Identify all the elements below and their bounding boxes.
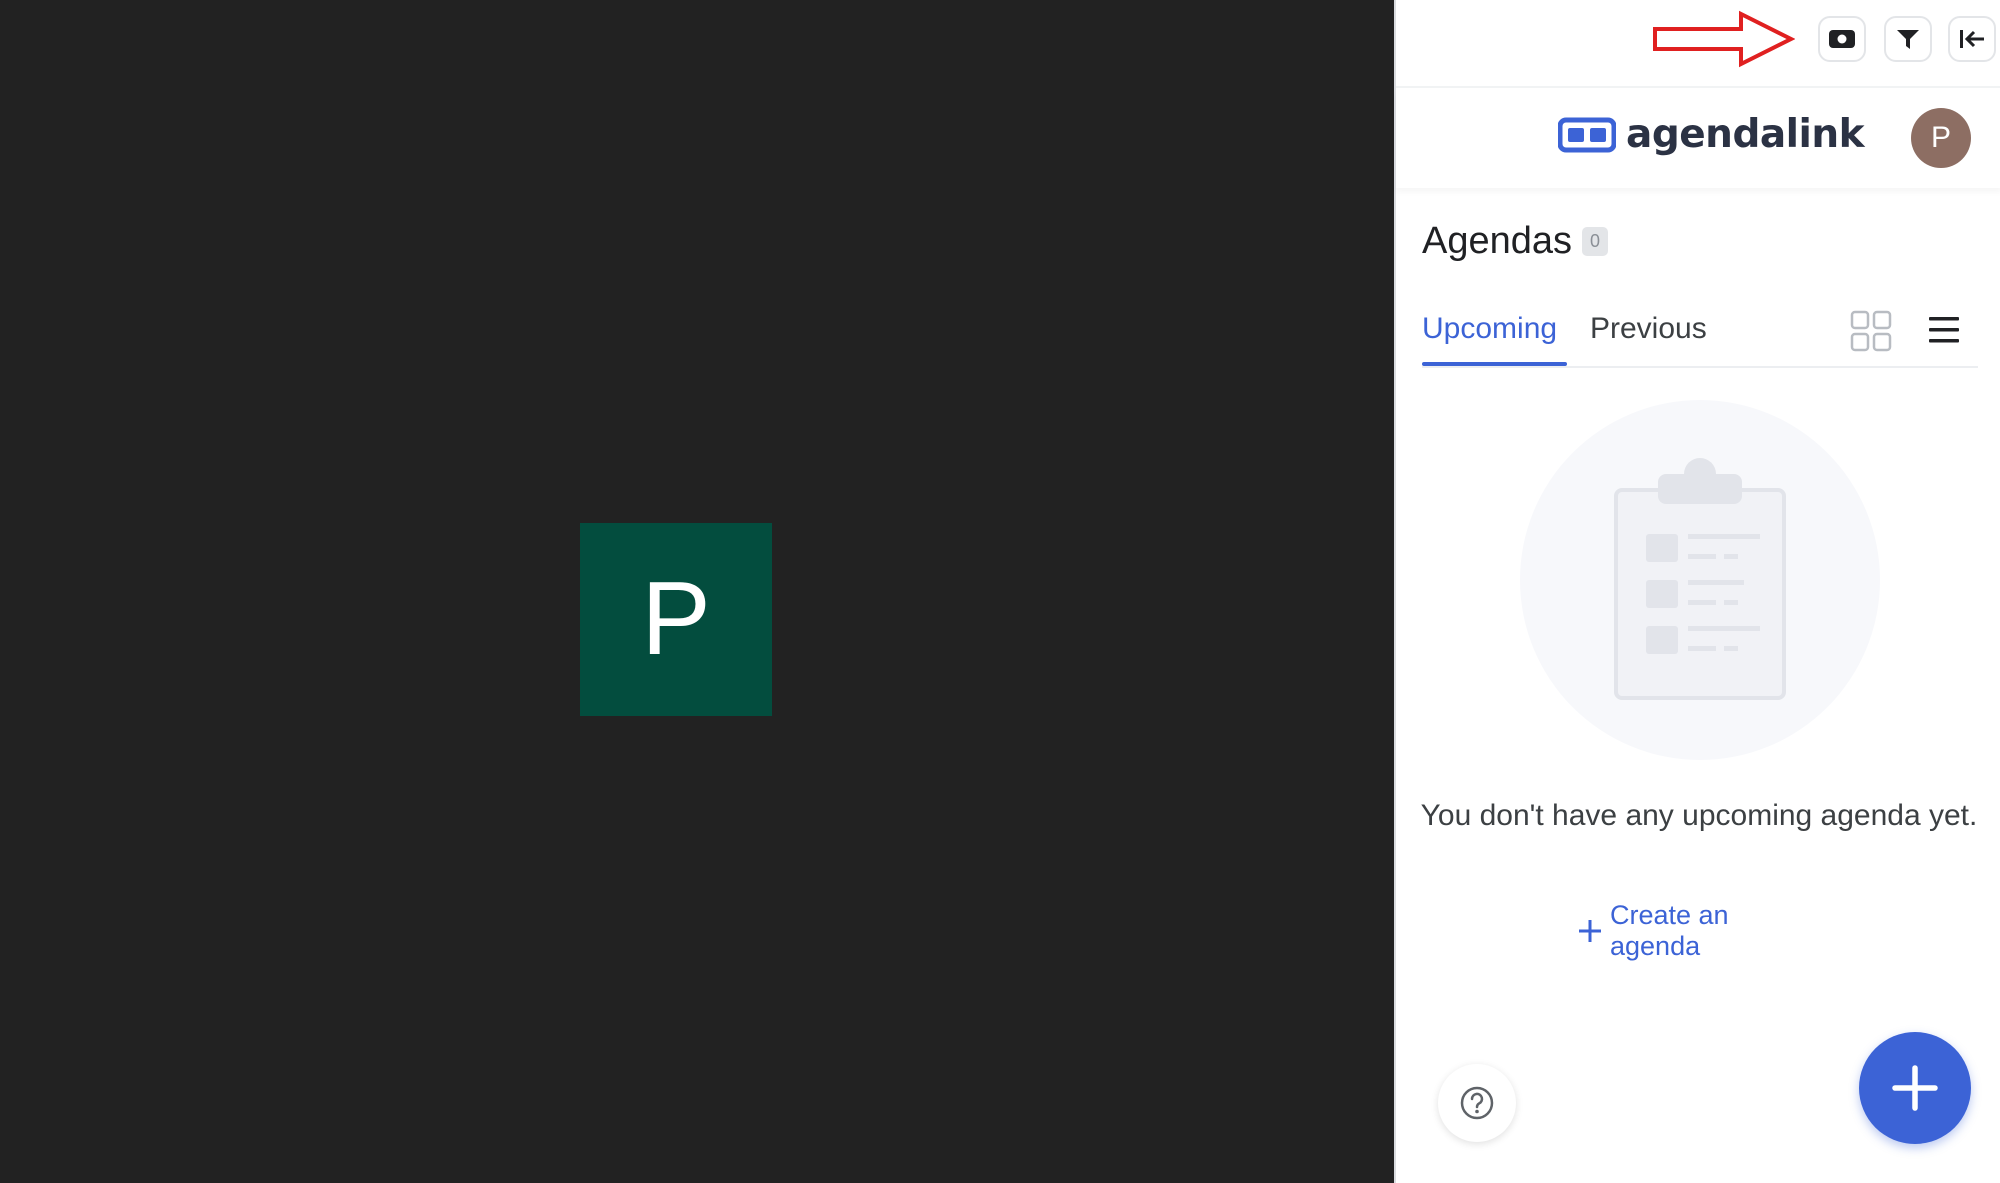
panel-toolbar (1396, 0, 2000, 88)
collapse-panel-button[interactable] (1948, 16, 1996, 62)
participant-initial: P (641, 561, 711, 677)
add-agenda-fab[interactable] (1859, 1032, 1971, 1144)
filter-icon (1897, 30, 1919, 49)
logo-text: agendalink (1626, 112, 1865, 157)
help-icon (1460, 1086, 1494, 1120)
agendalink-panel: agendalink P Agendas 0 Upcoming Previous (1394, 0, 2000, 1183)
help-button[interactable] (1438, 1064, 1516, 1142)
grid-view-icon[interactable] (1850, 310, 1892, 352)
plus-icon (1892, 1065, 1938, 1111)
agenda-tabs: Upcoming Previous (1422, 306, 1978, 368)
list-view-icon[interactable] (1927, 312, 1961, 348)
participant-tile: P (580, 523, 772, 716)
logo: agendalink (1558, 112, 1865, 157)
page-title: Agendas (1422, 220, 1573, 262)
active-tab-indicator (1422, 362, 1567, 366)
count-badge: 0 (1582, 227, 1609, 256)
clipboard-icon (1614, 458, 1786, 700)
agendalink-logo-icon (1558, 117, 1616, 152)
plus-icon (1576, 917, 1604, 945)
meeting-stage: P (0, 0, 1394, 1183)
avatar-initial: P (1930, 121, 1951, 154)
camera-icon (1829, 30, 1855, 48)
camera-button[interactable] (1818, 16, 1866, 62)
collapse-panel-icon (1960, 30, 1984, 48)
empty-state-message: You don't have any upcoming agenda yet. (1420, 799, 1978, 832)
avatar[interactable]: P (1911, 108, 1971, 168)
filter-button[interactable] (1884, 16, 1932, 62)
brand-header: agendalink P (1396, 90, 2000, 188)
agendas-header: Agendas 0 (1422, 220, 1609, 263)
tab-upcoming[interactable]: Upcoming (1422, 312, 1557, 346)
red-arrow-icon (1653, 10, 1795, 68)
create-agenda-link[interactable]: Create an agenda (1576, 900, 1822, 962)
create-agenda-label: Create an agenda (1610, 900, 1729, 961)
empty-state-illustration (1520, 400, 1880, 760)
tab-previous[interactable]: Previous (1590, 312, 1707, 346)
